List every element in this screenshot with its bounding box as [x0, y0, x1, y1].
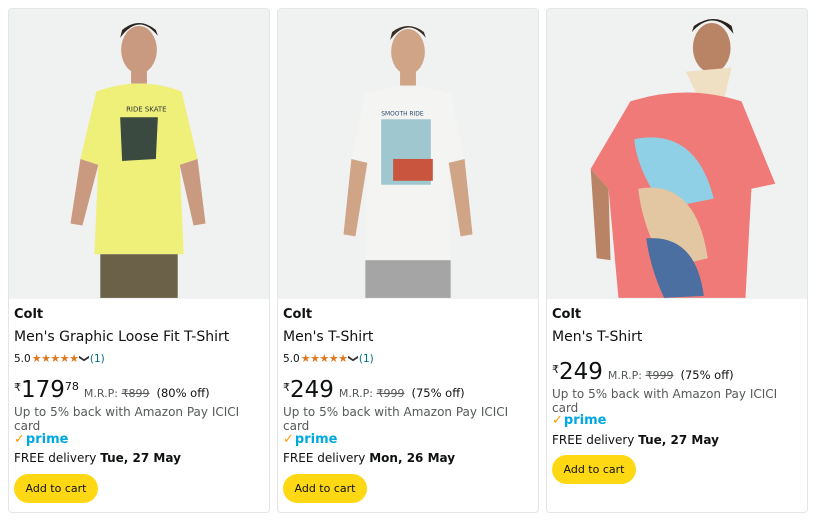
add-to-cart-button[interactable]: Add to cart: [283, 474, 367, 503]
product-brand: Colt: [14, 307, 44, 322]
rating-count-link[interactable]: (1): [359, 353, 374, 365]
product-photo-model-pink-tshirt: [547, 10, 807, 298]
currency-symbol: ₹: [283, 381, 290, 394]
delivery-info: FREE delivery Tue, 27 May: [14, 451, 181, 465]
prime-label: prime: [563, 413, 607, 428]
product-photo-model-white-tshirt: SMOOTH RIDE: [278, 10, 538, 298]
mrp-value: ₹999: [376, 387, 405, 400]
chevron-down-icon[interactable]: ❯: [347, 354, 358, 362]
delivery-info: FREE delivery Tue, 27 May: [552, 433, 719, 447]
add-to-cart-button[interactable]: Add to cart: [552, 455, 636, 484]
delivery-prefix: FREE delivery: [14, 451, 97, 465]
price-whole: 249: [290, 377, 334, 403]
product-title[interactable]: Men's T-Shirt: [283, 329, 373, 345]
chevron-down-icon[interactable]: ❯: [78, 354, 89, 362]
cashback-offer: Up to 5% back with Amazon Pay ICICI card: [552, 387, 778, 415]
delivery-date: Tue, 27 May: [100, 451, 181, 465]
rating-row[interactable]: 5.0 ★★★★★ ❯ (1): [283, 352, 374, 365]
mrp-label: M.R.P:: [338, 387, 373, 400]
product-brand: Colt: [552, 307, 582, 322]
mrp: M.R.P: ₹899: [84, 387, 150, 400]
product-image[interactable]: SMOOTH RIDE: [278, 9, 538, 299]
delivery-prefix: FREE delivery: [283, 451, 366, 465]
currency-symbol: ₹: [14, 381, 21, 394]
price-fraction: 78: [64, 380, 79, 393]
product-card[interactable]: SMOOTH RIDE Colt Men's T-Shirt 5.0 ★★★★★…: [277, 8, 539, 513]
delivery-date: Tue, 27 May: [638, 433, 719, 447]
product-card[interactable]: Colt Men's T-Shirt ₹ 249 M.R.P: ₹999 (75…: [546, 8, 808, 513]
cashback-offer: Up to 5% back with Amazon Pay ICICI card: [14, 405, 240, 433]
delivery-prefix: FREE delivery: [552, 433, 635, 447]
prime-badge: ✓ prime: [14, 432, 68, 447]
prime-label: prime: [25, 432, 69, 447]
delivery-info: FREE delivery Mon, 26 May: [283, 451, 455, 465]
mrp: M.R.P: ₹999: [608, 369, 674, 382]
price-whole: 249: [559, 359, 603, 385]
prime-badge: ✓ prime: [283, 432, 337, 447]
discount-text: (75% off): [680, 368, 734, 382]
product-brand: Colt: [283, 307, 313, 322]
delivery-date: Mon, 26 May: [369, 451, 456, 465]
mrp: M.R.P: ₹999: [339, 387, 405, 400]
prime-label: prime: [294, 432, 338, 447]
prime-check-icon: ✓: [552, 413, 563, 428]
price-block[interactable]: ₹ 179 78 M.R.P: ₹899 (80% off): [14, 377, 210, 403]
cashback-offer: Up to 5% back with Amazon Pay ICICI card: [283, 405, 509, 433]
svg-text:SMOOTH RIDE: SMOOTH RIDE: [381, 110, 424, 117]
svg-text:RIDE SKATE: RIDE SKATE: [126, 105, 166, 113]
star-rating-icon[interactable]: ★★★★★: [32, 352, 79, 365]
product-title[interactable]: Men's T-Shirt: [552, 329, 642, 345]
discount-text: (75% off): [411, 386, 465, 400]
rating-count-link[interactable]: (1): [90, 353, 105, 365]
price-block[interactable]: ₹ 249 M.R.P: ₹999 (75% off): [552, 359, 734, 385]
product-card[interactable]: RIDE SKATE Colt Men's Graphic Loose Fit …: [8, 8, 270, 513]
add-to-cart-button[interactable]: Add to cart: [14, 474, 98, 503]
product-photo-model-yellow-tshirt: RIDE SKATE: [9, 10, 269, 298]
mrp-label: M.R.P:: [83, 387, 118, 400]
rating-row[interactable]: 5.0 ★★★★★ ❯ (1): [14, 352, 105, 365]
product-title[interactable]: Men's Graphic Loose Fit T-Shirt: [14, 329, 229, 345]
price-whole: 179: [21, 377, 65, 403]
product-image[interactable]: [547, 9, 807, 299]
mrp-value: ₹899: [121, 387, 150, 400]
mrp-value: ₹999: [645, 369, 674, 382]
rating-value: 5.0: [283, 352, 300, 365]
prime-badge: ✓ prime: [552, 413, 606, 428]
discount-text: (80% off): [156, 386, 210, 400]
currency-symbol: ₹: [552, 363, 559, 376]
product-image[interactable]: RIDE SKATE: [9, 9, 269, 299]
prime-check-icon: ✓: [14, 432, 25, 447]
rating-value: 5.0: [14, 352, 31, 365]
star-rating-icon[interactable]: ★★★★★: [301, 352, 348, 365]
mrp-label: M.R.P:: [607, 369, 642, 382]
price-block[interactable]: ₹ 249 M.R.P: ₹999 (75% off): [283, 377, 465, 403]
prime-check-icon: ✓: [283, 432, 294, 447]
